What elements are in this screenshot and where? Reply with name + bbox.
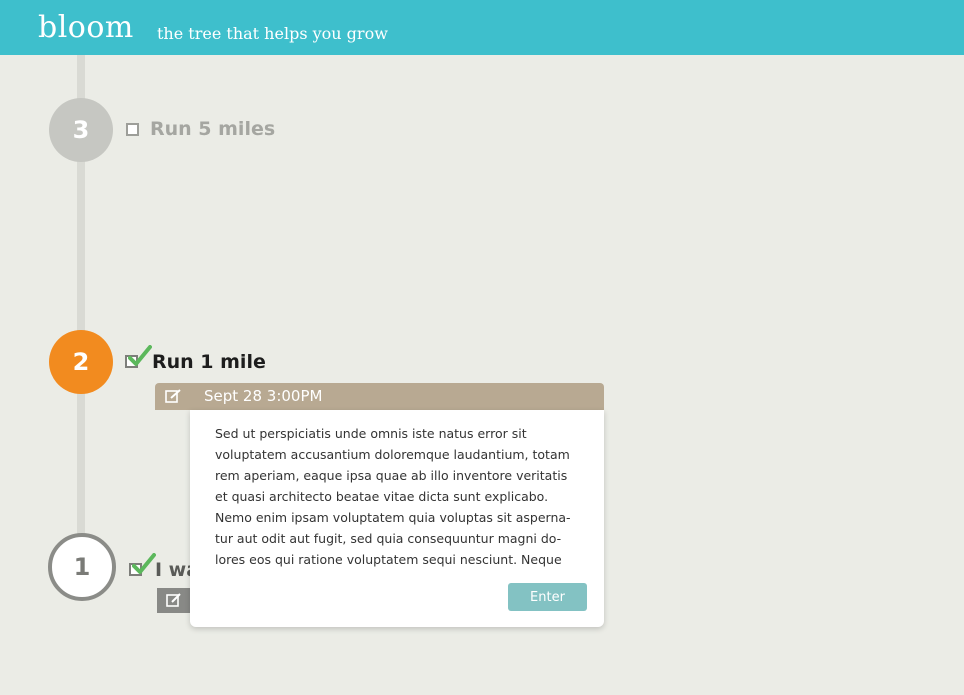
note-line: lores eos qui ratione voluptatem sequi n…	[215, 552, 562, 567]
app-logo[interactable]: bloom	[38, 10, 134, 45]
goal-1-label[interactable]: I wa	[155, 559, 190, 581]
app-header: bloom the tree that helps you grow	[0, 0, 964, 55]
goal-3-checkbox[interactable]	[126, 123, 139, 136]
note-header: Sept 28 3:00PM	[155, 383, 604, 410]
edit-icon[interactable]	[165, 389, 182, 404]
note-line: Sed ut perspiciatis unde omnis iste natu…	[215, 426, 527, 441]
goal-node-2[interactable]: 2	[49, 330, 113, 394]
goal-3-label[interactable]: Run 5 miles	[150, 118, 275, 140]
checkmark-icon	[128, 345, 152, 366]
note-line: et quasi architecto beatae vitae dicta s…	[215, 489, 549, 504]
note-line: tur aut odit aut fugit, sed quia consequ…	[215, 531, 562, 546]
checkmark-icon	[132, 553, 156, 574]
note-line: Nemo enim ipsam voluptatem quia voluptas…	[215, 510, 571, 525]
note-line: voluptatem accusantium doloremque laudan…	[215, 447, 570, 462]
enter-button[interactable]: Enter	[508, 583, 587, 611]
note-line: rem aperiam, eaque ipsa quae ab illo inv…	[215, 468, 568, 483]
note-text[interactable]: Sed ut perspiciatis unde omnis iste natu…	[215, 423, 590, 570]
note-date: Sept 28 3:00PM	[204, 387, 323, 405]
app-tagline: the tree that helps you grow	[157, 24, 388, 43]
goal-node-3[interactable]: 3	[49, 98, 113, 162]
note-popup: Sed ut perspiciatis unde omnis iste natu…	[190, 410, 604, 627]
goal-node-1[interactable]: 1	[48, 533, 116, 601]
goal-2-label[interactable]: Run 1 mile	[152, 351, 266, 373]
edit-icon	[166, 593, 181, 607]
